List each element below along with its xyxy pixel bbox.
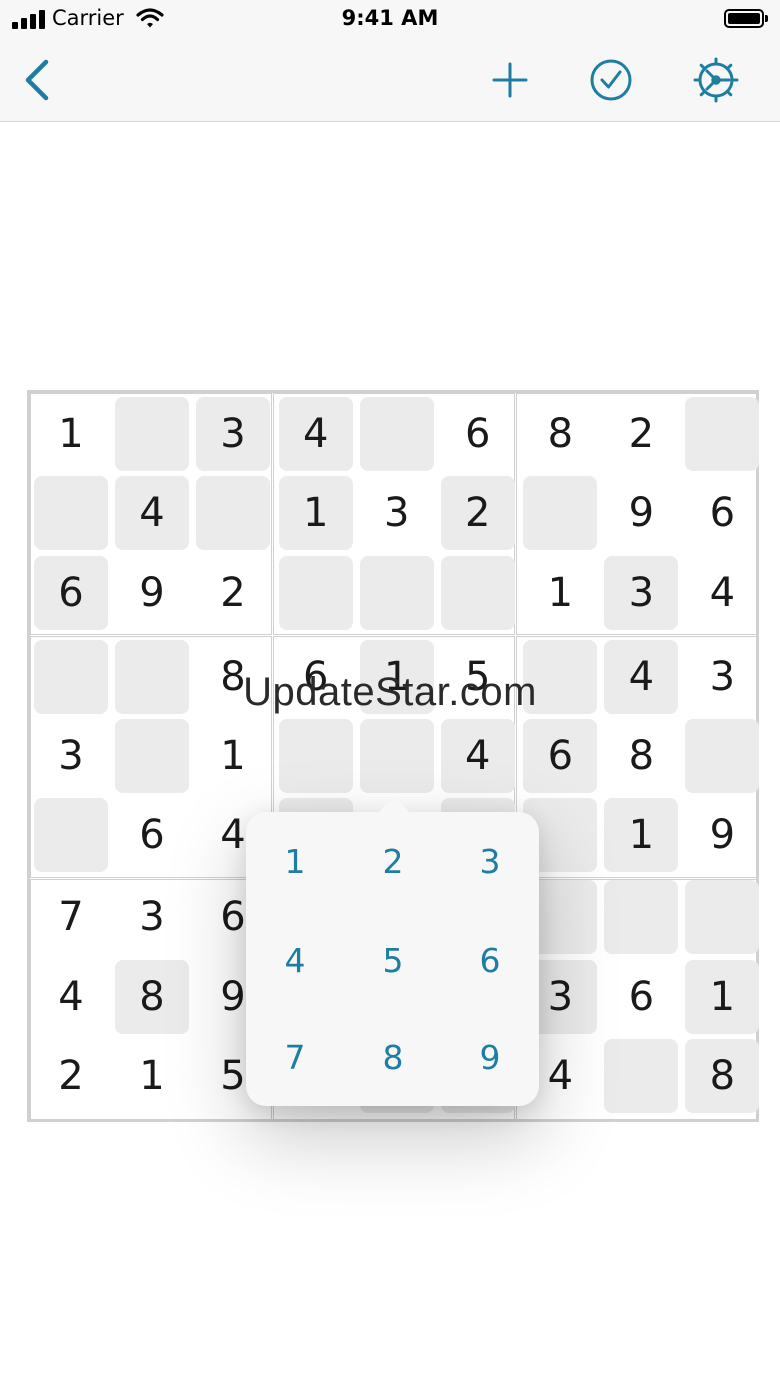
- number-picker-popover: 123456789: [246, 795, 539, 1106]
- number-key-8[interactable]: 8: [344, 1008, 442, 1106]
- sudoku-cell-empty[interactable]: [685, 718, 760, 793]
- sudoku-cell-filled: 2: [220, 569, 246, 616]
- sudoku-cell-empty[interactable]: [604, 1038, 679, 1113]
- number-key-7[interactable]: 7: [246, 1008, 344, 1106]
- status-bar: Carrier 9:41 AM: [0, 0, 780, 40]
- sudoku-cell-filled[interactable]: 8: [685, 1038, 760, 1113]
- sudoku-cell-filled: 6: [139, 812, 165, 859]
- sudoku-cell-empty[interactable]: [604, 880, 679, 955]
- number-key-9[interactable]: 9: [441, 1008, 539, 1106]
- sudoku-cell-filled: 1: [139, 1052, 165, 1099]
- sudoku-cell-empty[interactable]: [34, 639, 108, 714]
- number-key-1[interactable]: 1: [246, 812, 344, 910]
- sudoku-cell-filled: 4: [709, 569, 736, 616]
- sudoku-cell-filled: 3: [139, 894, 165, 941]
- sudoku-cell-filled: 3: [383, 490, 410, 537]
- sudoku-cell-filled: 1: [220, 732, 246, 779]
- sudoku-cell-filled: 2: [628, 411, 655, 457]
- sudoku-cell-empty[interactable]: [34, 476, 108, 551]
- back-button[interactable]: [20, 58, 56, 102]
- sudoku-cell-filled: 4: [58, 973, 84, 1020]
- sudoku-cell-empty[interactable]: [359, 555, 434, 630]
- number-key-6[interactable]: 6: [441, 911, 539, 1009]
- sudoku-cell-filled: 6: [302, 653, 329, 700]
- sudoku-cell-filled: 5: [464, 653, 491, 700]
- check-circle-icon: [590, 59, 632, 101]
- sudoku-cell-filled: 9: [628, 490, 655, 537]
- popover-arrow: [378, 795, 410, 813]
- sudoku-cell-filled[interactable]: 3: [196, 397, 270, 471]
- number-key-3[interactable]: 3: [441, 812, 539, 910]
- battery-icon: [724, 9, 768, 28]
- sudoku-cell-filled[interactable]: 6: [34, 555, 108, 630]
- sudoku-cell-filled[interactable]: 4: [278, 397, 353, 471]
- sudoku-cell-filled[interactable]: 4: [115, 476, 189, 551]
- sudoku-cell-filled: 6: [464, 411, 491, 457]
- sudoku-cell-filled[interactable]: 4: [604, 639, 679, 714]
- new-game-button[interactable]: [490, 60, 530, 100]
- chevron-left-icon: [25, 59, 49, 101]
- sudoku-cell-filled: 1: [58, 411, 84, 457]
- sudoku-cell-empty[interactable]: [278, 555, 353, 630]
- number-key-2[interactable]: 2: [344, 812, 442, 910]
- sudoku-cell-filled: 9: [139, 569, 165, 616]
- gear-icon: [693, 57, 739, 103]
- sudoku-cell-empty[interactable]: [359, 718, 434, 793]
- plus-icon: [492, 62, 528, 98]
- sudoku-cell-filled: 1: [547, 569, 574, 616]
- sudoku-cell-empty[interactable]: [440, 555, 515, 630]
- number-key-5[interactable]: 5: [344, 911, 442, 1009]
- sudoku-cell-filled: 6: [709, 490, 736, 537]
- check-button[interactable]: [588, 57, 634, 103]
- sudoku-cell-filled[interactable]: 3: [604, 555, 679, 630]
- sudoku-cell-filled: 3: [709, 653, 736, 700]
- sudoku-cell-filled[interactable]: 4: [440, 718, 515, 793]
- sudoku-cell-filled: 2: [58, 1052, 84, 1099]
- sudoku-cell-filled: 7: [58, 894, 84, 941]
- sudoku-cell-filled: 8: [547, 411, 574, 457]
- sudoku-cell-filled[interactable]: 6: [523, 718, 598, 793]
- sudoku-cell-filled[interactable]: 1: [359, 639, 434, 714]
- sudoku-cell-empty[interactable]: [523, 639, 598, 714]
- sudoku-cell-empty[interactable]: [278, 718, 353, 793]
- sudoku-cell-filled: 8: [220, 653, 246, 700]
- sudoku-cell-filled: 9: [709, 812, 736, 859]
- sudoku-cell-empty[interactable]: [359, 397, 434, 471]
- sudoku-cell-filled[interactable]: 1: [604, 798, 679, 873]
- nav-bar: [0, 40, 780, 122]
- sudoku-cell-filled[interactable]: 8: [115, 959, 189, 1034]
- number-key-4[interactable]: 4: [246, 911, 344, 1009]
- sudoku-cell-empty[interactable]: [685, 880, 760, 955]
- sudoku-cell-filled: 8: [628, 732, 655, 779]
- sudoku-cell-empty[interactable]: [34, 798, 108, 873]
- sudoku-cell-empty[interactable]: [685, 397, 760, 471]
- sudoku-cell-filled[interactable]: 1: [278, 476, 353, 551]
- sudoku-cell-empty[interactable]: [115, 397, 189, 471]
- sudoku-cell-empty[interactable]: [115, 639, 189, 714]
- sudoku-cell-filled: 3: [58, 732, 84, 779]
- sudoku-cell-filled: 6: [628, 973, 655, 1020]
- settings-button[interactable]: [692, 56, 740, 104]
- sudoku-cell-empty[interactable]: [523, 476, 598, 551]
- sudoku-cell-empty[interactable]: [196, 476, 270, 551]
- sudoku-cell-filled[interactable]: 1: [685, 959, 760, 1034]
- status-time: 9:41 AM: [341, 6, 439, 30]
- sudoku-cell-filled[interactable]: 2: [440, 476, 515, 551]
- sudoku-cell-empty[interactable]: [115, 718, 189, 793]
